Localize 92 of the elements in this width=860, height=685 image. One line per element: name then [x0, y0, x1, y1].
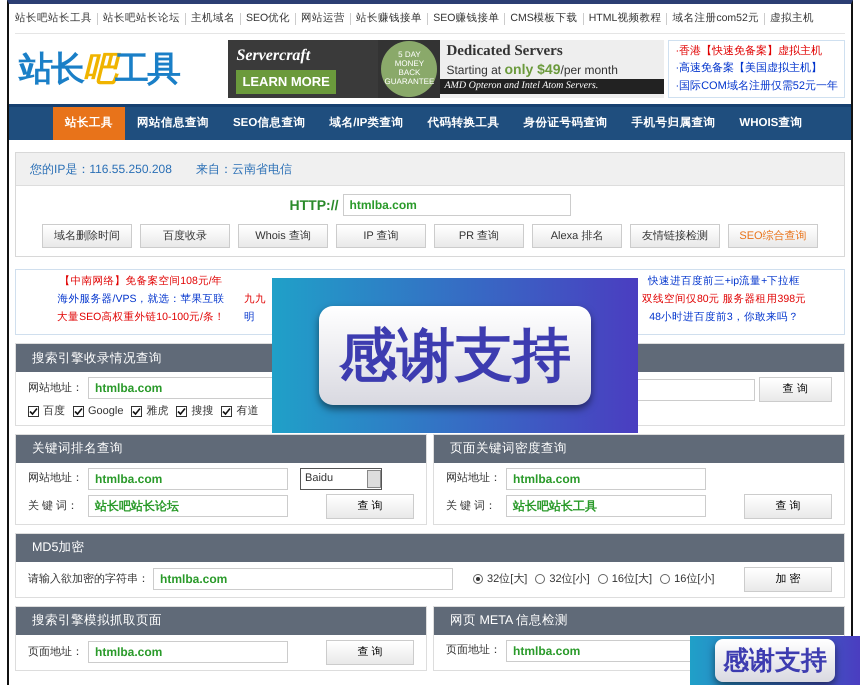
side-link[interactable]: ·香港【快速免备案】虚拟主机	[675, 42, 838, 60]
radio-label: 16位[大]	[612, 572, 652, 587]
checkbox-label: 有道	[236, 404, 258, 419]
nav-tab[interactable]: 手机号归属查询	[619, 107, 728, 140]
checkbox[interactable]	[28, 406, 39, 417]
top-link[interactable]: 域名注册com52元	[672, 10, 759, 26]
text-ad-link[interactable]: 【中南网络】免备案空间108元/年	[59, 275, 223, 287]
field-label: 请输入欲加密的字符串：	[28, 572, 149, 587]
radio-label: 32位[小]	[549, 572, 590, 587]
top-link[interactable]: SEO赚钱接单	[433, 10, 500, 26]
field-label: 关 键 词：	[446, 498, 498, 514]
text-input[interactable]: htmlba.com	[506, 468, 706, 490]
top-link[interactable]: CMS模板下载	[510, 10, 578, 26]
field-label: 页面地址：	[28, 644, 84, 660]
query-button[interactable]: Alexa 排名	[532, 224, 622, 248]
checkbox-label: 雅虎	[146, 404, 168, 419]
radio-label: 16位[小]	[674, 572, 714, 587]
radio-label: 32位[大]	[487, 572, 528, 587]
top-link[interactable]: SEO优化	[246, 10, 290, 26]
checkbox[interactable]	[131, 406, 142, 417]
query-button[interactable]: Whois 查询	[238, 224, 328, 248]
panel-header: MD5加密	[16, 534, 844, 562]
text-input[interactable]: 站长吧站长工具	[506, 495, 706, 517]
panel-header: 页面关键词密度查询	[434, 434, 844, 462]
ad-footer: AMD Opteron and Intel Atom Servers.	[440, 79, 664, 94]
ip-address: 您的IP是：116.55.250.208	[30, 161, 172, 178]
text-ad-link[interactable]: 九九	[244, 293, 266, 305]
http-prefix: HTTP://	[290, 196, 338, 214]
top-link[interactable]: 主机域名	[191, 10, 235, 26]
checkbox-label: Google	[88, 404, 124, 419]
radio-button[interactable]	[660, 574, 670, 584]
text-input[interactable]: htmlba.com	[153, 568, 453, 590]
top-link[interactable]: 虚拟主机	[770, 10, 814, 26]
field-label: 网站地址：	[28, 380, 84, 396]
text-ad-link[interactable]: 双线空间仅80元 服务器租用398元	[642, 293, 806, 305]
nav-tab[interactable]: SEO信息查询	[221, 107, 318, 140]
side-link[interactable]: ·高速免备案【美国虚拟主机】	[675, 60, 838, 78]
thanks-text: 感谢支持	[715, 639, 835, 682]
submit-button[interactable]: 查 询	[326, 640, 414, 664]
text-input[interactable]: htmlba.com	[88, 641, 288, 663]
checkbox[interactable]	[73, 406, 84, 417]
field-label: 页面地址：	[446, 643, 502, 658]
url-input[interactable]: htmlba.com	[342, 194, 570, 216]
thanks-text: 感谢支持	[319, 306, 591, 405]
field-label: 网站地址：	[446, 471, 502, 486]
query-button[interactable]: IP 查询	[336, 224, 426, 248]
ad-offer: Starting at only $49/per month	[446, 60, 619, 78]
panel-header: 关键词排名查询	[16, 434, 426, 462]
top-link[interactable]: 站长吧站长工具	[15, 10, 92, 26]
text-ad-link[interactable]: 快速进百度前三+ip流量+下拉框	[648, 275, 800, 287]
nav-tab[interactable]: 身份证号码查询	[511, 107, 620, 140]
submit-button[interactable]: 查 询	[744, 494, 832, 518]
query-button[interactable]: 友情链接检测	[630, 224, 720, 248]
text-input[interactable]: htmlba.com	[88, 468, 288, 490]
guarantee-badge: 5 DAY MONEY BACK GUARANTEE	[381, 41, 438, 97]
query-button[interactable]: 域名删除时间	[42, 224, 132, 248]
field-label: 关 键 词：	[28, 498, 80, 514]
banner-ad[interactable]: Servercraft LEARN MORE 5 DAY MONEY BACK GUARANTEE Dedicated Servers Starting at only $49/per month AMD Opteron and Intel Atom Servers.	[228, 40, 664, 98]
site-logo[interactable]: 站长吧工具	[19, 52, 179, 86]
panel-header: 网页 META 信息检测	[434, 606, 844, 634]
radio-button[interactable]	[535, 574, 546, 584]
checkbox-label: 搜搜	[191, 404, 214, 419]
query-button[interactable]: PR 查询	[434, 224, 524, 248]
top-link[interactable]: 网站运营	[301, 10, 346, 26]
top-link[interactable]: 站长赚钱接单	[356, 10, 422, 26]
text-ad-link[interactable]: 明	[244, 311, 255, 323]
submit-button[interactable]: 查 询	[326, 494, 414, 518]
text-input[interactable]: 站长吧站长论坛	[88, 495, 288, 517]
ad-brand: Servercraft	[236, 46, 312, 66]
radio-button[interactable]	[473, 574, 483, 584]
text-ad-link[interactable]: 大量SEO高权重外链10-100元/条！	[57, 311, 225, 323]
side-link[interactable]: ·国际COM域名注册仅需52元一年	[675, 78, 838, 96]
query-button[interactable]: 百度收录	[140, 224, 230, 248]
nav-tab[interactable]: WHOIS查询	[727, 107, 814, 140]
ad-title: Dedicated Servers	[446, 42, 564, 61]
top-link[interactable]: HTML视频教程	[588, 10, 662, 26]
nav-tab[interactable]: 域名/IP类查询	[317, 107, 416, 140]
panel-header: 搜索引擎模拟抓取页面	[16, 606, 426, 634]
nav-tab[interactable]: 网站信息查询	[125, 107, 221, 140]
text-ad-link[interactable]: 48小时进百度前3，你敢来吗？	[649, 311, 799, 323]
text-ad-link[interactable]: 海外服务器/VPS，就选：苹果互联	[58, 293, 224, 305]
submit-button[interactable]: 查 询	[758, 377, 832, 402]
nav-tab[interactable]: 代码转换工具	[415, 107, 512, 140]
engine-select[interactable]: Baidu	[300, 468, 382, 490]
radio-button[interactable]	[598, 574, 608, 584]
top-link[interactable]: 站长吧站长论坛	[103, 10, 180, 26]
checkbox[interactable]	[221, 406, 232, 417]
field-label: 网站地址：	[28, 471, 84, 486]
submit-button[interactable]: 加 密	[744, 566, 832, 592]
checkbox[interactable]	[176, 406, 188, 417]
checkbox-label: 百度	[43, 404, 65, 419]
ip-location: 来自：云南省电信	[196, 161, 292, 178]
